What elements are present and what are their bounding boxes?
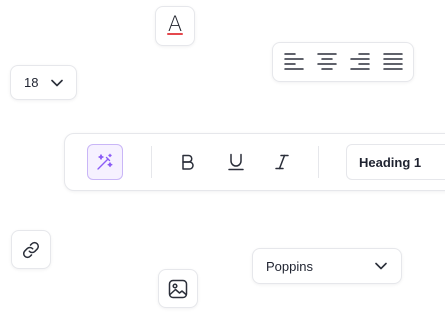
italic-button[interactable] xyxy=(267,147,297,177)
bold-icon xyxy=(182,154,194,170)
toolbar-divider xyxy=(151,146,152,178)
heading-select[interactable]: Heading 1 xyxy=(346,144,445,180)
align-left-button[interactable] xyxy=(280,48,308,76)
text-color-indicator xyxy=(167,33,183,35)
align-justify-button[interactable] xyxy=(379,48,407,76)
italic-icon xyxy=(275,154,289,170)
align-left-icon xyxy=(283,53,304,70)
chevron-down-icon xyxy=(51,79,63,86)
underline-icon xyxy=(228,153,244,171)
align-justify-icon xyxy=(382,53,403,70)
font-family-select[interactable]: Poppins xyxy=(252,248,402,284)
formatting-toolbar: Heading 1 xyxy=(64,133,445,191)
magic-wand-icon xyxy=(97,153,113,170)
ai-magic-button[interactable] xyxy=(87,144,123,180)
image-icon xyxy=(168,279,188,298)
chevron-down-icon xyxy=(375,262,387,270)
text-color-button[interactable]: A xyxy=(155,6,195,46)
toolbar-divider xyxy=(318,146,319,178)
font-size-select[interactable]: 18 xyxy=(10,65,77,100)
font-family-value: Poppins xyxy=(266,258,313,274)
align-center-button[interactable] xyxy=(313,48,341,76)
link-icon xyxy=(22,241,40,258)
align-center-icon xyxy=(316,53,337,70)
text-color-letter: A xyxy=(167,11,183,36)
bold-button[interactable] xyxy=(173,147,203,177)
font-size-value: 18 xyxy=(24,75,39,90)
link-button[interactable] xyxy=(11,230,51,269)
text-align-group xyxy=(272,42,414,82)
underline-button[interactable] xyxy=(221,147,251,177)
heading-select-value: Heading 1 xyxy=(359,154,422,170)
align-right-button[interactable] xyxy=(346,48,374,76)
align-right-icon xyxy=(349,53,370,70)
image-button[interactable] xyxy=(158,269,198,308)
